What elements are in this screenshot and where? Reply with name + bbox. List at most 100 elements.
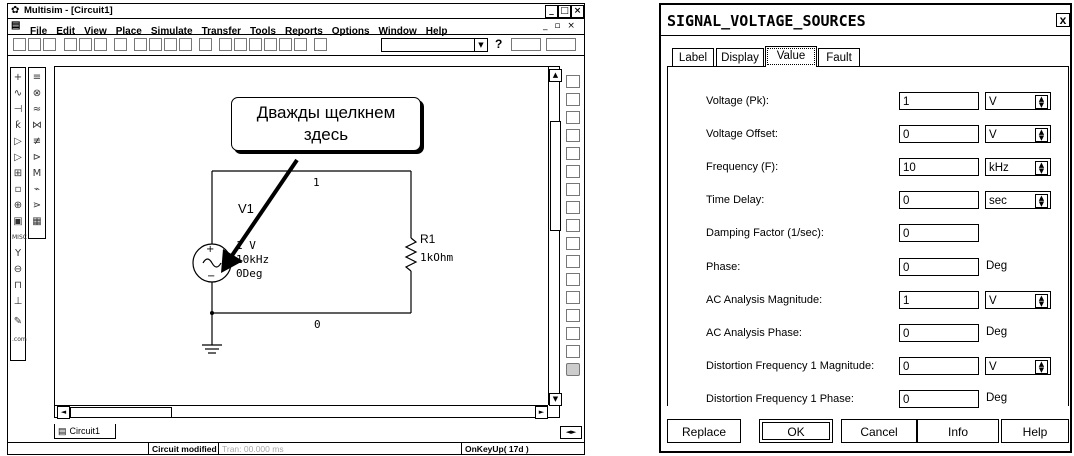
diode-virtual-icon[interactable]: ⋈ [31,120,43,132]
param-field-phase[interactable]: 0 [899,258,979,276]
basic-icon[interactable]: ∿ [12,88,24,100]
ttl-icon[interactable]: ▷ [12,152,24,164]
help-button[interactable]: ? [495,37,502,51]
misc-icon[interactable]: MISC [12,232,27,244]
scroll-up-icon[interactable]: ▲ [549,69,562,82]
replace-button[interactable]: Replace [667,419,741,443]
spectrum-icon[interactable] [566,291,580,304]
analog-virtual-icon[interactable]: ⊳ [31,152,43,164]
source-icon[interactable]: + [12,72,24,84]
com-icon[interactable]: .com [12,334,27,346]
copy-icon[interactable] [79,38,92,51]
electromech-icon[interactable]: ⊖ [12,264,24,276]
oscilloscope-icon[interactable] [566,129,580,142]
probe-icon[interactable]: ✎ [12,316,24,328]
open-icon[interactable] [28,38,41,51]
dialog-close-button[interactable]: x [1056,13,1070,27]
print-icon[interactable] [114,38,127,51]
tab-display[interactable]: Display [716,48,764,66]
place-icon[interactable] [249,38,262,51]
function-gen-icon[interactable] [566,93,580,106]
save-icon[interactable] [43,38,56,51]
param-unit-distortion-frequency-1-magnitude[interactable]: V ▲ ▼ [985,357,1051,375]
analog-icon[interactable]: ▷ [12,136,24,148]
logic-converter-icon[interactable] [566,237,580,250]
misc-virtual-icon[interactable]: M [31,168,43,180]
document-tab[interactable]: ▤ Circuit1 [54,424,116,439]
freq-counter-icon[interactable] [566,183,580,196]
scroll-right-icon[interactable]: ► [535,406,548,419]
pause-icon[interactable] [546,38,576,51]
cmos-icon[interactable]: ⊞ [12,168,24,180]
tab-scroll-buttons[interactable]: ◄► [560,426,582,439]
hscroll-thumb[interactable] [70,407,172,418]
tab-value[interactable]: Value [765,46,817,67]
3d-virtual-icon[interactable]: ▦ [31,216,43,228]
param-field-damping-factor-1-sec[interactable]: 0 [899,224,979,242]
component-combo[interactable]: ▼ [381,38,488,52]
probe-tool-icon[interactable] [566,363,580,376]
indicator-icon[interactable]: ▣ [12,216,24,228]
spinner-icon[interactable]: ▲ ▼ [1035,95,1048,109]
param-field-ac-analysis-magnitude[interactable]: 1 [899,291,979,309]
description-icon[interactable] [314,38,327,51]
logic-analyzer-icon[interactable] [566,219,580,232]
param-field-time-delay[interactable]: 0 [899,191,979,209]
sim-switch-icon[interactable] [511,38,541,51]
param-unit-voltage-offset[interactable]: V ▲ ▼ [985,125,1051,143]
signal-icon[interactable]: ⊗ [31,88,43,100]
ok-button[interactable]: OK [759,419,833,443]
param-unit-ac-analysis-magnitude[interactable]: V ▲ ▼ [985,291,1051,309]
workspace[interactable]: + − 1 0 V1 1 V 10kHz 0Deg R1 1kOhm Дважд… [54,66,562,419]
zoom-area-icon[interactable] [164,38,177,51]
diode-icon[interactable]: ⊣ [12,104,24,116]
design-toolbox-icon[interactable] [199,38,212,51]
param-field-voltage-offset[interactable]: 0 [899,125,979,143]
horizontal-scrollbar[interactable]: ◄ ► [55,405,548,419]
param-field-distortion-frequency-1-phase[interactable]: 0 [899,390,979,408]
maximize-button[interactable]: □ [558,5,571,18]
pulse-icon[interactable]: ⊥ [12,296,24,308]
spinner-icon[interactable]: ▲ ▼ [1035,128,1048,142]
zoom-fit-icon[interactable] [179,38,192,51]
zoom-out-icon[interactable] [149,38,162,51]
database-icon[interactable] [234,38,247,51]
cancel-button[interactable]: Cancel [841,419,917,443]
agilent-icon[interactable] [566,327,580,340]
mdi-controls[interactable]: _ ▫ × [543,21,577,31]
analysis-icon[interactable] [294,38,307,51]
transistor-virtual-icon[interactable]: ≢ [31,136,43,148]
new-icon[interactable] [13,38,26,51]
param-field-frequency-f[interactable]: 10 [899,158,979,176]
wattmeter-icon[interactable] [566,111,580,124]
erc-icon[interactable] [264,38,277,51]
help-dialog-button[interactable]: Help [1001,419,1069,443]
grapher-icon[interactable] [279,38,292,51]
zoom-icon[interactable] [134,38,147,51]
distortion-icon[interactable] [566,273,580,286]
measure-virtual-icon[interactable]: ⌁ [31,184,43,196]
word-gen-icon[interactable] [566,201,580,214]
spinner-icon[interactable]: ▲ ▼ [1035,360,1048,374]
power-icon[interactable]: ≡ [31,72,43,84]
spinner-icon[interactable]: ▲ ▼ [1035,294,1048,308]
tektronix-icon[interactable] [566,345,580,358]
iv-analyzer-icon[interactable] [566,255,580,268]
rf-icon[interactable]: Y [12,248,24,260]
bode-plotter-icon[interactable] [566,165,580,178]
scroll-thumb[interactable] [550,121,561,231]
param-field-ac-analysis-phase[interactable]: 0 [899,324,979,342]
mixed-icon[interactable]: ⊕ [12,200,24,212]
param-field-voltage-pk[interactable]: 1 [899,92,979,110]
param-unit-frequency-f[interactable]: kHz ▲ ▼ [985,158,1051,176]
ladder-icon[interactable]: ⊓ [12,280,24,292]
tab-label[interactable]: Label [672,48,714,66]
spinner-icon[interactable]: ▲ ▼ [1035,161,1048,175]
basic-virtual-icon[interactable]: ≈ [31,104,43,116]
four-ch-scope-icon[interactable] [566,147,580,160]
info-button[interactable]: Info [917,419,999,443]
transistor-icon[interactable]: ƙ [12,120,24,132]
network-analyzer-icon[interactable] [566,309,580,322]
scroll-left-icon[interactable]: ◄ [57,406,70,419]
spreadsheet-icon[interactable] [219,38,232,51]
